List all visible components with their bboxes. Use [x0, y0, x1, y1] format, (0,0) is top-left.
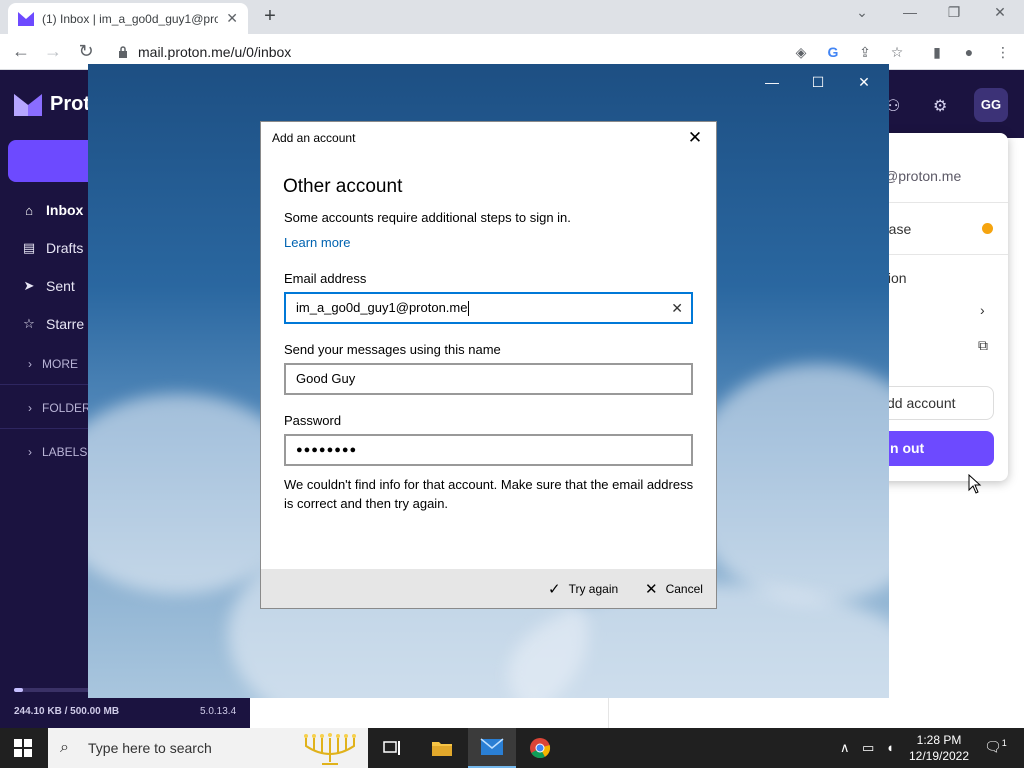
add-account-dialog: Add an account ✕ Other account Some acco…	[260, 121, 717, 609]
sidebar-item-label: Sent	[46, 278, 75, 294]
profile-icon[interactable]: ●	[960, 43, 978, 61]
storage-text: 244.10 KB / 500.00 MB	[14, 706, 120, 717]
search-placeholder: Type here to search	[88, 740, 212, 756]
share-icon[interactable]: ⇪	[856, 43, 874, 61]
side-panel-icon[interactable]: ▮	[928, 43, 946, 61]
bookmark-star-icon[interactable]: ☆	[888, 43, 906, 61]
dialog-heading: Other account	[283, 176, 403, 197]
sidebar-item-sent[interactable]: ➤ Sent	[22, 278, 75, 294]
proton-logo-text: Prot	[50, 92, 90, 115]
clock-date: 12/19/2022	[908, 749, 970, 763]
minimize-icon[interactable]: —	[896, 4, 924, 20]
checkmark-icon: ✓	[548, 581, 561, 598]
email-label: Email address	[284, 271, 367, 286]
browser-tab[interactable]: (1) Inbox | im_a_go0d_guy1@pro ✕	[8, 3, 248, 34]
inbox-icon: ⌂	[25, 202, 33, 218]
proton-favicon-icon	[18, 11, 34, 26]
sidebar-item-drafts[interactable]: ▤ Drafts	[22, 240, 84, 256]
sidebar-item-label: Inbox	[46, 202, 84, 218]
dialog-footer: ✓ Try again ✕ Cancel	[261, 569, 716, 608]
chevron-right-icon[interactable]: ›	[980, 302, 985, 318]
password-value: ●●●●●●●●	[296, 444, 358, 456]
chevron-right-icon: ›	[28, 445, 32, 459]
restore-icon[interactable]: ❐	[940, 4, 968, 21]
new-tab-button[interactable]: +	[258, 5, 282, 28]
volume-icon[interactable]: ◖	[886, 740, 894, 755]
windows-start-icon[interactable]	[14, 739, 32, 757]
sidebar-section-more[interactable]: › MORE	[28, 357, 78, 371]
cancel-button[interactable]: ✕ Cancel	[645, 580, 703, 598]
dialog-title: Add an account	[272, 131, 356, 145]
star-icon: ☆	[23, 316, 35, 331]
lock-icon	[119, 46, 127, 58]
privacy-icon[interactable]: ◈	[792, 43, 810, 61]
network-icon[interactable]: ▭	[862, 740, 874, 756]
mail-app-icon[interactable]	[468, 728, 516, 768]
close-window-icon[interactable]: ✕	[986, 4, 1014, 21]
chrome-icon[interactable]	[516, 728, 564, 768]
sidebar-item-label: Starre	[46, 316, 85, 332]
try-again-button[interactable]: ✓ Try again	[548, 580, 618, 598]
sidebar-section-folders[interactable]: › FOLDER	[28, 401, 91, 415]
proton-logo-icon	[14, 94, 42, 116]
file-explorer-icon[interactable]	[418, 728, 466, 768]
reload-icon[interactable]: ↻	[75, 41, 97, 61]
external-link-icon[interactable]: ⧉	[978, 337, 988, 354]
password-field[interactable]: ●●●●●●●●	[284, 434, 693, 466]
name-label: Send your messages using this name	[284, 342, 501, 357]
dialog-description: Some accounts require additional steps t…	[284, 210, 571, 225]
tab-title: (1) Inbox | im_a_go0d_guy1@pro	[42, 11, 219, 26]
cancel-x-icon: ✕	[645, 581, 658, 598]
display-name-field[interactable]: Good Guy	[284, 363, 693, 395]
sent-icon: ➤	[23, 278, 35, 293]
search-icon: ⌕	[60, 739, 69, 756]
dialog-close-icon[interactable]: ✕	[685, 128, 705, 148]
proton-logo[interactable]: Prot	[14, 92, 90, 116]
mouse-cursor-icon	[968, 474, 982, 494]
version-text: 5.0.13.4	[200, 706, 237, 717]
settings-gear-icon[interactable]: ⚙	[933, 96, 947, 116]
notification-count: 1	[1001, 738, 1007, 748]
taskbar: ⌕ Type here to search ∧ ▭ ◖ 1:28 PM 12/1…	[0, 728, 1024, 768]
account-email: @proton.me	[884, 168, 962, 184]
show-hidden-icons-chevron-icon[interactable]: ∧	[840, 740, 850, 756]
system-clock[interactable]: 1:28 PM 12/19/2022	[906, 732, 972, 764]
mail-minimize-icon[interactable]: —	[762, 74, 782, 90]
learn-more-link[interactable]: Learn more	[284, 235, 350, 250]
forward-icon[interactable]: →	[42, 41, 64, 61]
menorah-icon	[304, 733, 356, 765]
display-name-value: Good Guy	[296, 371, 356, 386]
warning-dot-icon	[982, 223, 993, 234]
tab-search-icon[interactable]: ⌄	[848, 4, 876, 21]
avatar[interactable]: GG	[974, 88, 1008, 122]
sidebar-section-labels[interactable]: › LABELS	[28, 445, 87, 459]
sidebar-item-starred[interactable]: ☆ Starre	[22, 316, 84, 332]
email-field[interactable]: im_a_go0d_guy1@proton.me ✕	[284, 292, 693, 324]
sidebar-item-inbox[interactable]: ⌂ Inbox	[22, 202, 83, 218]
sidebar-item-label: Drafts	[46, 240, 84, 256]
chevron-right-icon: ›	[28, 401, 32, 415]
notification-center-icon[interactable]: 🗨1	[984, 738, 1007, 756]
clock-time: 1:28 PM	[916, 733, 962, 747]
error-message: We couldn't find info for that account. …	[284, 477, 694, 511]
url-text: mail.proton.me/u/0/inbox	[138, 44, 292, 60]
tab-close-icon[interactable]: ✕	[226, 10, 238, 27]
mail-close-icon[interactable]: ✕	[854, 74, 874, 91]
drafts-icon: ▤	[22, 240, 36, 255]
clear-input-icon[interactable]: ✕	[671, 294, 683, 322]
browser-tab-bar: (1) Inbox | im_a_go0d_guy1@pro ✕ + ⌄ — ❐…	[0, 0, 1024, 34]
browser-menu-icon[interactable]: ⋮	[994, 43, 1012, 61]
email-value: im_a_go0d_guy1@proton.me	[296, 300, 468, 315]
task-view-icon[interactable]	[368, 728, 416, 768]
password-label: Password	[284, 413, 342, 428]
back-icon[interactable]: ←	[10, 41, 32, 61]
chevron-right-icon: ›	[28, 357, 32, 371]
mail-maximize-icon[interactable]: ☐	[808, 74, 828, 91]
google-icon[interactable]: G	[824, 43, 842, 61]
